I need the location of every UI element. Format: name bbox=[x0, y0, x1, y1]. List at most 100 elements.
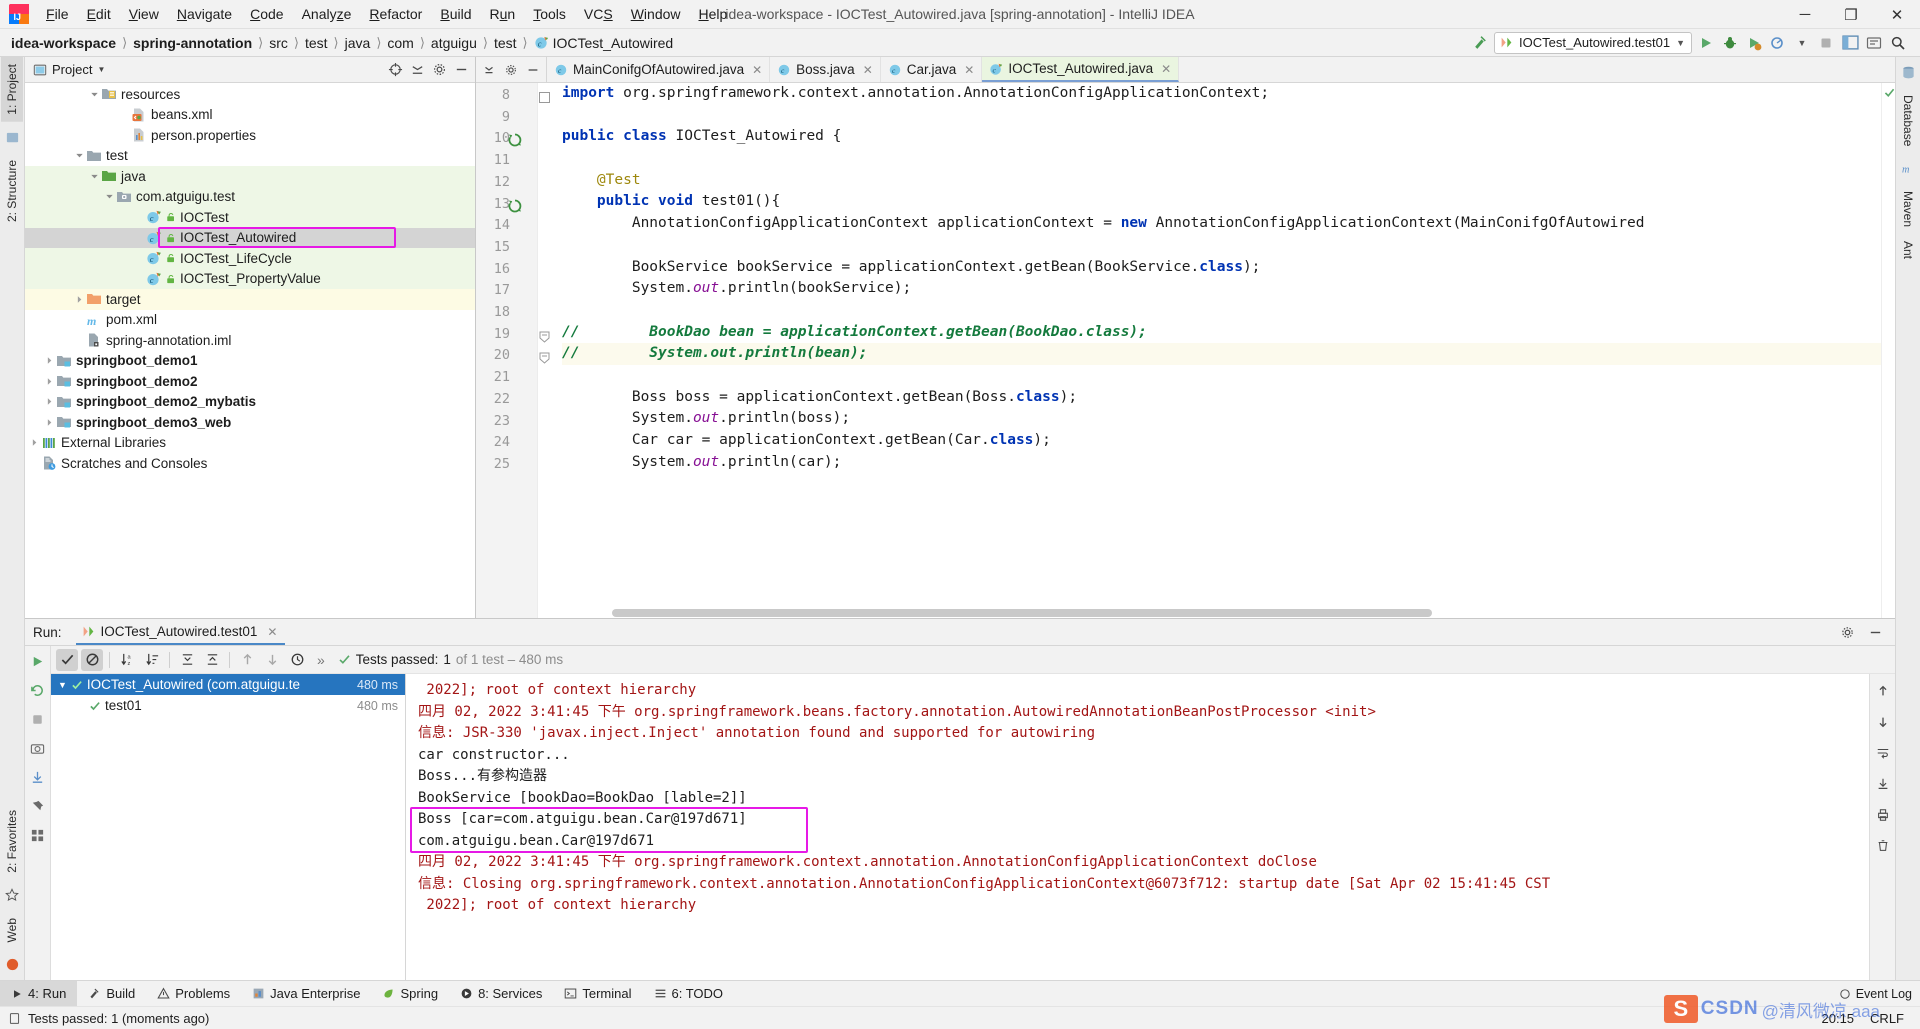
editor-tab[interactable]: c MainConifgOfAutowired.java ✕ bbox=[547, 57, 771, 82]
project-tree-row[interactable]: c IOCTest bbox=[25, 207, 475, 228]
bottom-tab-build[interactable]: Build bbox=[77, 981, 146, 1006]
project-panel-title-group[interactable]: Project ▼ bbox=[29, 62, 105, 77]
console-output[interactable]: 2022]; root of context hierarchy 四月 02, 2… bbox=[406, 674, 1869, 980]
close-icon[interactable]: ✕ bbox=[267, 625, 277, 639]
test-tree-row[interactable]: test01 480 ms bbox=[51, 695, 405, 716]
settings-icon[interactable] bbox=[1864, 33, 1884, 53]
build-hammer-icon[interactable] bbox=[1470, 33, 1490, 53]
favorites-star-icon[interactable] bbox=[3, 886, 22, 905]
sidebar-item-web[interactable]: Web bbox=[1, 911, 23, 949]
project-tree-row[interactable]: springboot_demo2 bbox=[25, 371, 475, 392]
scroll-to-end-icon[interactable] bbox=[1872, 773, 1894, 795]
project-tree-row[interactable]: test bbox=[25, 146, 475, 167]
project-tree-row[interactable]: java bbox=[25, 166, 475, 187]
event-log-button[interactable]: Event Log bbox=[1839, 987, 1912, 1001]
fold-marker[interactable] bbox=[539, 331, 550, 346]
status-line-separator[interactable]: CRLF bbox=[1870, 1011, 1904, 1026]
menu-item-build[interactable]: Build bbox=[431, 3, 480, 25]
run-coverage-icon[interactable] bbox=[1744, 33, 1764, 53]
project-tree-row[interactable]: resources bbox=[25, 84, 475, 105]
stop-icon[interactable] bbox=[27, 708, 49, 730]
close-button[interactable]: ✕ bbox=[1874, 0, 1920, 29]
breadcrumb-item[interactable]: src bbox=[264, 34, 293, 52]
breadcrumb-item[interactable]: atguigu bbox=[426, 34, 482, 52]
menu-item-file[interactable]: FFileile bbox=[37, 3, 78, 25]
menu-item-analyze[interactable]: Analyze bbox=[293, 3, 361, 25]
search-icon[interactable] bbox=[1888, 33, 1908, 53]
breadcrumb-item[interactable]: com bbox=[382, 34, 418, 52]
scroll-from-source-icon[interactable] bbox=[385, 60, 405, 80]
chevron-right-icon[interactable] bbox=[44, 417, 55, 428]
close-icon[interactable]: ✕ bbox=[752, 63, 762, 77]
run-configuration-selector[interactable]: IOCTest_Autowired.test01 ▼ bbox=[1494, 31, 1692, 54]
chevron-down-icon[interactable] bbox=[89, 89, 100, 100]
soft-wrap-icon[interactable] bbox=[1872, 742, 1894, 764]
rerun-icon[interactable] bbox=[27, 650, 49, 672]
test-tree-row[interactable]: ▼ IOCTest_Autowired (com.atguigu.te 480 ms bbox=[51, 674, 405, 695]
project-tree-row[interactable]: spring-annotation.iml bbox=[25, 330, 475, 351]
editor-tab-active[interactable]: c IOCTest_Autowired.java ✕ bbox=[982, 57, 1180, 82]
print-icon[interactable] bbox=[1872, 804, 1894, 826]
fold-marker[interactable] bbox=[539, 352, 550, 367]
chevron-right-icon[interactable] bbox=[44, 355, 55, 366]
menu-item-refactor[interactable]: Refactor bbox=[360, 3, 431, 25]
editor-gutter[interactable]: 8 9 10 11 12 13 14 15 16 17 18 19 20 21 22 23 24 25 bbox=[476, 83, 538, 618]
chevron-down-icon[interactable]: ▼ bbox=[58, 680, 67, 690]
stop-icon[interactable] bbox=[1816, 33, 1836, 53]
sidebar-item-database[interactable]: Database bbox=[1897, 88, 1919, 153]
chevron-down-icon[interactable]: ▼ bbox=[1792, 33, 1812, 53]
bottom-tab-services[interactable]: 8: Services bbox=[449, 981, 553, 1006]
scroll-up-icon[interactable] bbox=[1872, 680, 1894, 702]
test-results-tree[interactable]: ▼ IOCTest_Autowired (com.atguigu.te 480 ms… bbox=[51, 674, 406, 980]
show-ignored-toggle[interactable] bbox=[81, 648, 103, 671]
bottom-tab-problems[interactable]: Problems bbox=[146, 981, 241, 1006]
hide-panel-icon[interactable] bbox=[451, 60, 471, 80]
chevron-right-icon[interactable] bbox=[44, 376, 55, 387]
sidebar-item-project[interactable]: 1: Project bbox=[1, 57, 23, 122]
web-globe-icon[interactable] bbox=[3, 955, 22, 974]
chevron-right-icon[interactable] bbox=[29, 437, 40, 448]
maven-icon[interactable]: m bbox=[1899, 159, 1918, 178]
chevron-down-icon[interactable] bbox=[104, 191, 115, 202]
menu-item-edit[interactable]: Edit bbox=[78, 3, 120, 25]
project-tree[interactable]: resources beans.xml person.properties test j… bbox=[25, 83, 475, 618]
chevron-down-icon[interactable] bbox=[74, 150, 85, 161]
project-tree-row[interactable]: c IOCTest_Autowired bbox=[25, 227, 475, 248]
bottom-tab-run[interactable]: 4: Run bbox=[0, 981, 78, 1006]
pin-icon[interactable] bbox=[27, 795, 49, 817]
close-icon[interactable]: ✕ bbox=[1161, 62, 1171, 76]
gear-icon[interactable] bbox=[429, 60, 449, 80]
project-tree-row[interactable]: m pom.xml bbox=[25, 310, 475, 331]
code-editor[interactable]: 8 9 10 11 12 13 14 15 16 17 18 19 20 21 22 23 24 25 impor… bbox=[476, 83, 1895, 618]
breadcrumb-item[interactable]: idea-workspace bbox=[6, 34, 121, 52]
project-tree-row[interactable]: springboot_demo1 bbox=[25, 351, 475, 372]
collapse-all-icon[interactable] bbox=[201, 649, 223, 671]
expand-all-icon[interactable] bbox=[176, 649, 198, 671]
sidebar-item-maven[interactable]: Maven bbox=[1897, 184, 1919, 234]
project-tree-row[interactable]: External Libraries bbox=[25, 433, 475, 454]
project-tree-row[interactable]: beans.xml bbox=[25, 105, 475, 126]
project-tree-row[interactable]: com.atguigu.test bbox=[25, 186, 475, 207]
project-tree-row[interactable]: c IOCTest_PropertyValue bbox=[25, 268, 475, 289]
debug-icon[interactable] bbox=[1720, 33, 1740, 53]
bottom-tab-terminal[interactable]: Terminal bbox=[553, 981, 642, 1006]
chevron-right-icon[interactable] bbox=[44, 396, 55, 407]
sidebar-item-favorites[interactable]: 2: Favorites bbox=[1, 803, 23, 880]
menu-item-navigate[interactable]: Navigate bbox=[168, 3, 241, 25]
profiler-icon[interactable] bbox=[1768, 33, 1788, 53]
breadcrumb-item[interactable]: java bbox=[340, 34, 376, 52]
sort-by-duration-icon[interactable] bbox=[141, 649, 163, 671]
editor-tab[interactable]: c Boss.java ✕ bbox=[770, 57, 881, 82]
layout-icon[interactable] bbox=[1840, 33, 1860, 53]
project-tree-row[interactable]: springboot_demo3_web bbox=[25, 412, 475, 433]
scroll-down-icon[interactable] bbox=[1872, 711, 1894, 733]
database-icon[interactable] bbox=[1899, 63, 1918, 82]
menu-item-help[interactable]: Help bbox=[690, 3, 737, 25]
editor-marker-bar[interactable] bbox=[1881, 83, 1895, 618]
hide-panel-icon[interactable] bbox=[1865, 622, 1885, 642]
menu-item-code[interactable]: Code bbox=[241, 3, 292, 25]
clear-all-icon[interactable] bbox=[1872, 835, 1894, 857]
editor-fold-column[interactable] bbox=[538, 83, 552, 618]
project-icon[interactable] bbox=[3, 128, 22, 147]
run-test-gutter-icon[interactable] bbox=[508, 199, 522, 213]
